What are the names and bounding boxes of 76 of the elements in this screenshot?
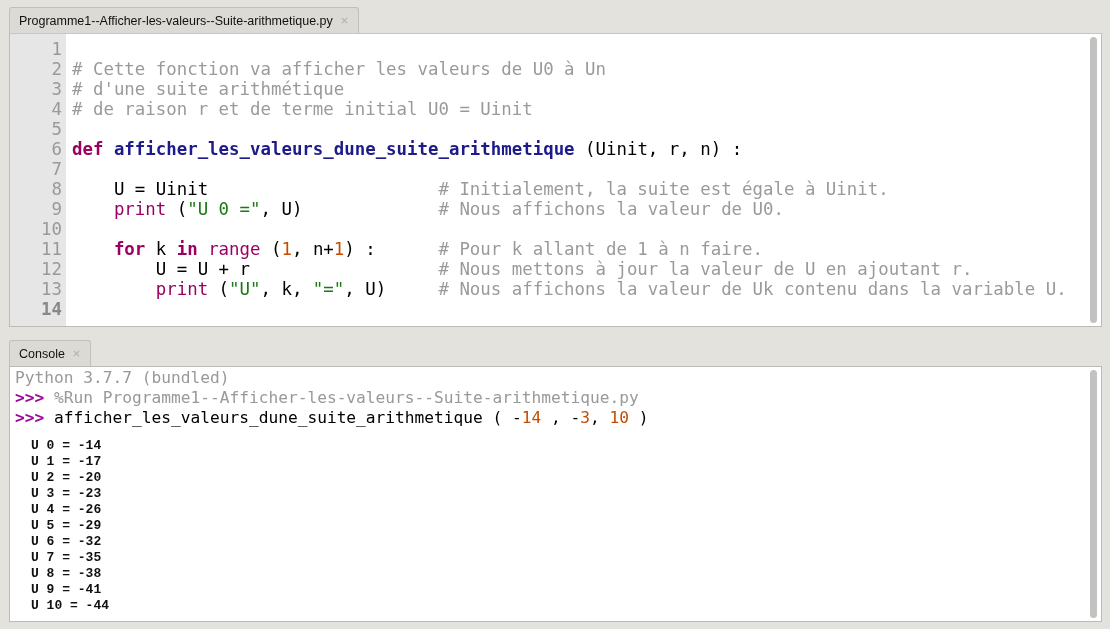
code-editor[interactable] bbox=[9, 33, 1102, 327]
code-text: ( bbox=[175, 199, 188, 219]
line-number: 7 bbox=[50, 159, 63, 179]
code-text: U = Uinit bbox=[112, 179, 209, 199]
line-number: 11 bbox=[40, 239, 63, 259]
line-number: 9 bbox=[50, 199, 63, 219]
command-text: ) bbox=[637, 408, 649, 427]
number-literal: 14 bbox=[521, 408, 542, 427]
line-number: 10 bbox=[40, 219, 63, 239]
line-number: 3 bbox=[50, 79, 63, 99]
keyword: def bbox=[72, 139, 105, 159]
code-text: , U) bbox=[260, 199, 303, 219]
output-line: U 3 = -23 bbox=[31, 486, 102, 501]
output-line: U 0 = -14 bbox=[31, 438, 102, 453]
code-text: U = U + r bbox=[154, 259, 250, 279]
line-number: 13 bbox=[40, 279, 63, 299]
console-tab[interactable]: Console bbox=[9, 340, 91, 366]
line-number: 1 bbox=[50, 39, 63, 59]
line-number: 6 bbox=[50, 139, 63, 159]
line-number: 14 bbox=[40, 299, 63, 319]
line-number: 2 bbox=[50, 59, 63, 79]
code-comment: # Cette fonction va afficher les valeurs de U0 à Un bbox=[72, 59, 606, 79]
number-literal: 1 bbox=[281, 239, 292, 259]
builtin-name: print bbox=[154, 279, 209, 299]
prompt: >>> bbox=[15, 408, 45, 427]
code-text: k bbox=[154, 239, 168, 259]
number-literal: 10 bbox=[609, 408, 630, 427]
close-icon[interactable] bbox=[340, 17, 348, 24]
output-line: U 9 = -41 bbox=[31, 582, 102, 597]
scrollbar-thumb[interactable] bbox=[1089, 37, 1097, 323]
run-command: %Run Programme1--Afficher-les-valeurs--Suite-arithmetique.py bbox=[54, 388, 639, 407]
output-line: U 2 = -20 bbox=[31, 470, 102, 485]
editor-tab[interactable]: Programme1--Afficher-les-valeurs--Suite-arithmetique.py bbox=[9, 7, 359, 33]
output-line: U 4 = -26 bbox=[31, 502, 102, 517]
close-icon[interactable] bbox=[72, 350, 80, 357]
code-comment: # Nous affichons la valeur de U0. bbox=[438, 199, 784, 219]
output-line: U 1 = -17 bbox=[31, 454, 102, 469]
code-text: ( bbox=[269, 239, 282, 259]
code-comment: # Initialement, la suite est égale à Uinit. bbox=[438, 179, 889, 199]
command-text: afficher_les_valeurs_dune_suite_arithmetique ( - bbox=[54, 408, 522, 427]
builtin-name: print bbox=[112, 199, 167, 219]
output-line: U 7 = -35 bbox=[31, 550, 102, 565]
line-number: 12 bbox=[40, 259, 63, 279]
line-number: 8 bbox=[50, 179, 63, 199]
output-line: U 10 = -44 bbox=[31, 598, 109, 613]
keyword: for bbox=[112, 239, 146, 259]
line-number: 5 bbox=[50, 119, 63, 139]
code-text: ) : bbox=[344, 239, 376, 259]
number-literal: 3 bbox=[580, 408, 591, 427]
code-comment: # d'une suite arithmétique bbox=[72, 79, 345, 99]
code-comment: # Pour k allant de 1 à n faire. bbox=[438, 239, 763, 259]
code-text: , n+ bbox=[291, 239, 334, 259]
keyword: in bbox=[176, 239, 199, 259]
number-literal: 1 bbox=[333, 239, 345, 259]
code-text: ( bbox=[217, 279, 230, 299]
code-text: (Uinit, r, n) : bbox=[584, 139, 743, 159]
code-text: , k, bbox=[260, 279, 304, 299]
code-comment: # de raison r et de terme initial U0 = Uinit bbox=[72, 99, 533, 119]
output-line: U 6 = -32 bbox=[31, 534, 102, 549]
code-comment: # Nous affichons la valeur de Uk contenu dans la variable U. bbox=[438, 279, 1067, 299]
scrollbar-thumb[interactable] bbox=[1089, 370, 1097, 618]
output-line: U 5 = -29 bbox=[31, 518, 102, 533]
function-name: afficher_les_valeurs_dune_suite_arithmetique bbox=[113, 139, 575, 159]
output-line: U 8 = -38 bbox=[31, 566, 102, 581]
string-literal: "U" bbox=[229, 279, 261, 299]
prompt: >>> bbox=[15, 388, 45, 407]
string-literal: "U 0 =" bbox=[187, 199, 261, 219]
interpreter-info: Python 3.7.7 (bundled) bbox=[15, 368, 230, 387]
string-literal: "=" bbox=[312, 279, 345, 299]
code-text: , U) bbox=[344, 279, 387, 299]
builtin-name: range bbox=[208, 239, 261, 259]
command-text: , - bbox=[550, 408, 581, 427]
code-comment: # Nous mettons à jour la valeur de U en ajoutant r. bbox=[438, 259, 973, 279]
console-panel[interactable] bbox=[9, 366, 1102, 622]
command-text: , bbox=[590, 408, 601, 427]
line-number: 4 bbox=[50, 99, 63, 119]
